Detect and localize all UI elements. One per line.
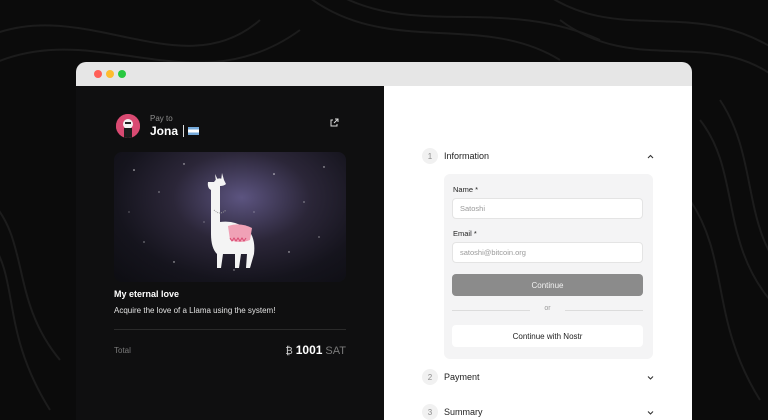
chevron-down-icon [647,411,654,415]
pay-to-label: Pay to [150,114,173,123]
step-information[interactable]: 1 Information [422,147,654,165]
maximize-window-button[interactable] [118,70,126,78]
window-titlebar [76,62,692,86]
argentina-flag-icon [188,127,200,135]
step-number: 1 [422,148,438,164]
separator-line [565,310,643,311]
name-input[interactable] [452,198,643,219]
checkout-panel: 1 Information Name * Email * Continue or… [384,86,692,420]
or-separator: or [452,305,643,315]
text-cursor [183,125,185,137]
step-label: Payment [444,372,480,382]
step-number: 2 [422,369,438,385]
total-label: Total [114,346,131,355]
information-form: Name * Email * Continue or Continue with… [444,174,653,359]
product-description: Acquire the love of a Llama using the sy… [114,306,276,315]
product-image [114,152,346,282]
satoshi-symbol-icon: ₿ [285,346,293,357]
email-input[interactable] [452,242,643,263]
step-number: 3 [422,404,438,420]
avatar-image [116,114,140,138]
close-window-button[interactable] [94,70,102,78]
chevron-up-icon [647,154,654,159]
merchant-avatar [116,114,140,138]
continue-button[interactable]: Continue [452,274,643,296]
merchant-name: Jona [150,124,179,138]
llama-in-space-illustration [128,163,325,271]
step-payment[interactable]: 2 Payment [422,368,654,386]
external-link-icon[interactable] [329,118,339,128]
step-summary[interactable]: 3 Summary [422,403,654,420]
order-summary-panel: Pay to Jona My eternal love Acquire the … [76,86,384,420]
minimize-window-button[interactable] [106,70,114,78]
total-value: 1001 [295,343,323,357]
email-label: Email * [453,229,477,238]
total-amount: ₿ 1001 SAT [285,343,346,357]
step-label: Summary [444,407,483,417]
chevron-down-icon [647,376,654,380]
name-label: Name * [453,185,479,194]
step-label: Information [444,151,490,161]
product-title: My eternal love [114,289,180,299]
merchant-name-row: Jona [150,124,200,138]
continue-with-nostr-button[interactable]: Continue with Nostr [452,325,643,347]
total-unit: SAT [325,345,346,357]
browser-window: Pay to Jona My eternal love Acquire the … [76,62,692,420]
divider [114,329,346,330]
